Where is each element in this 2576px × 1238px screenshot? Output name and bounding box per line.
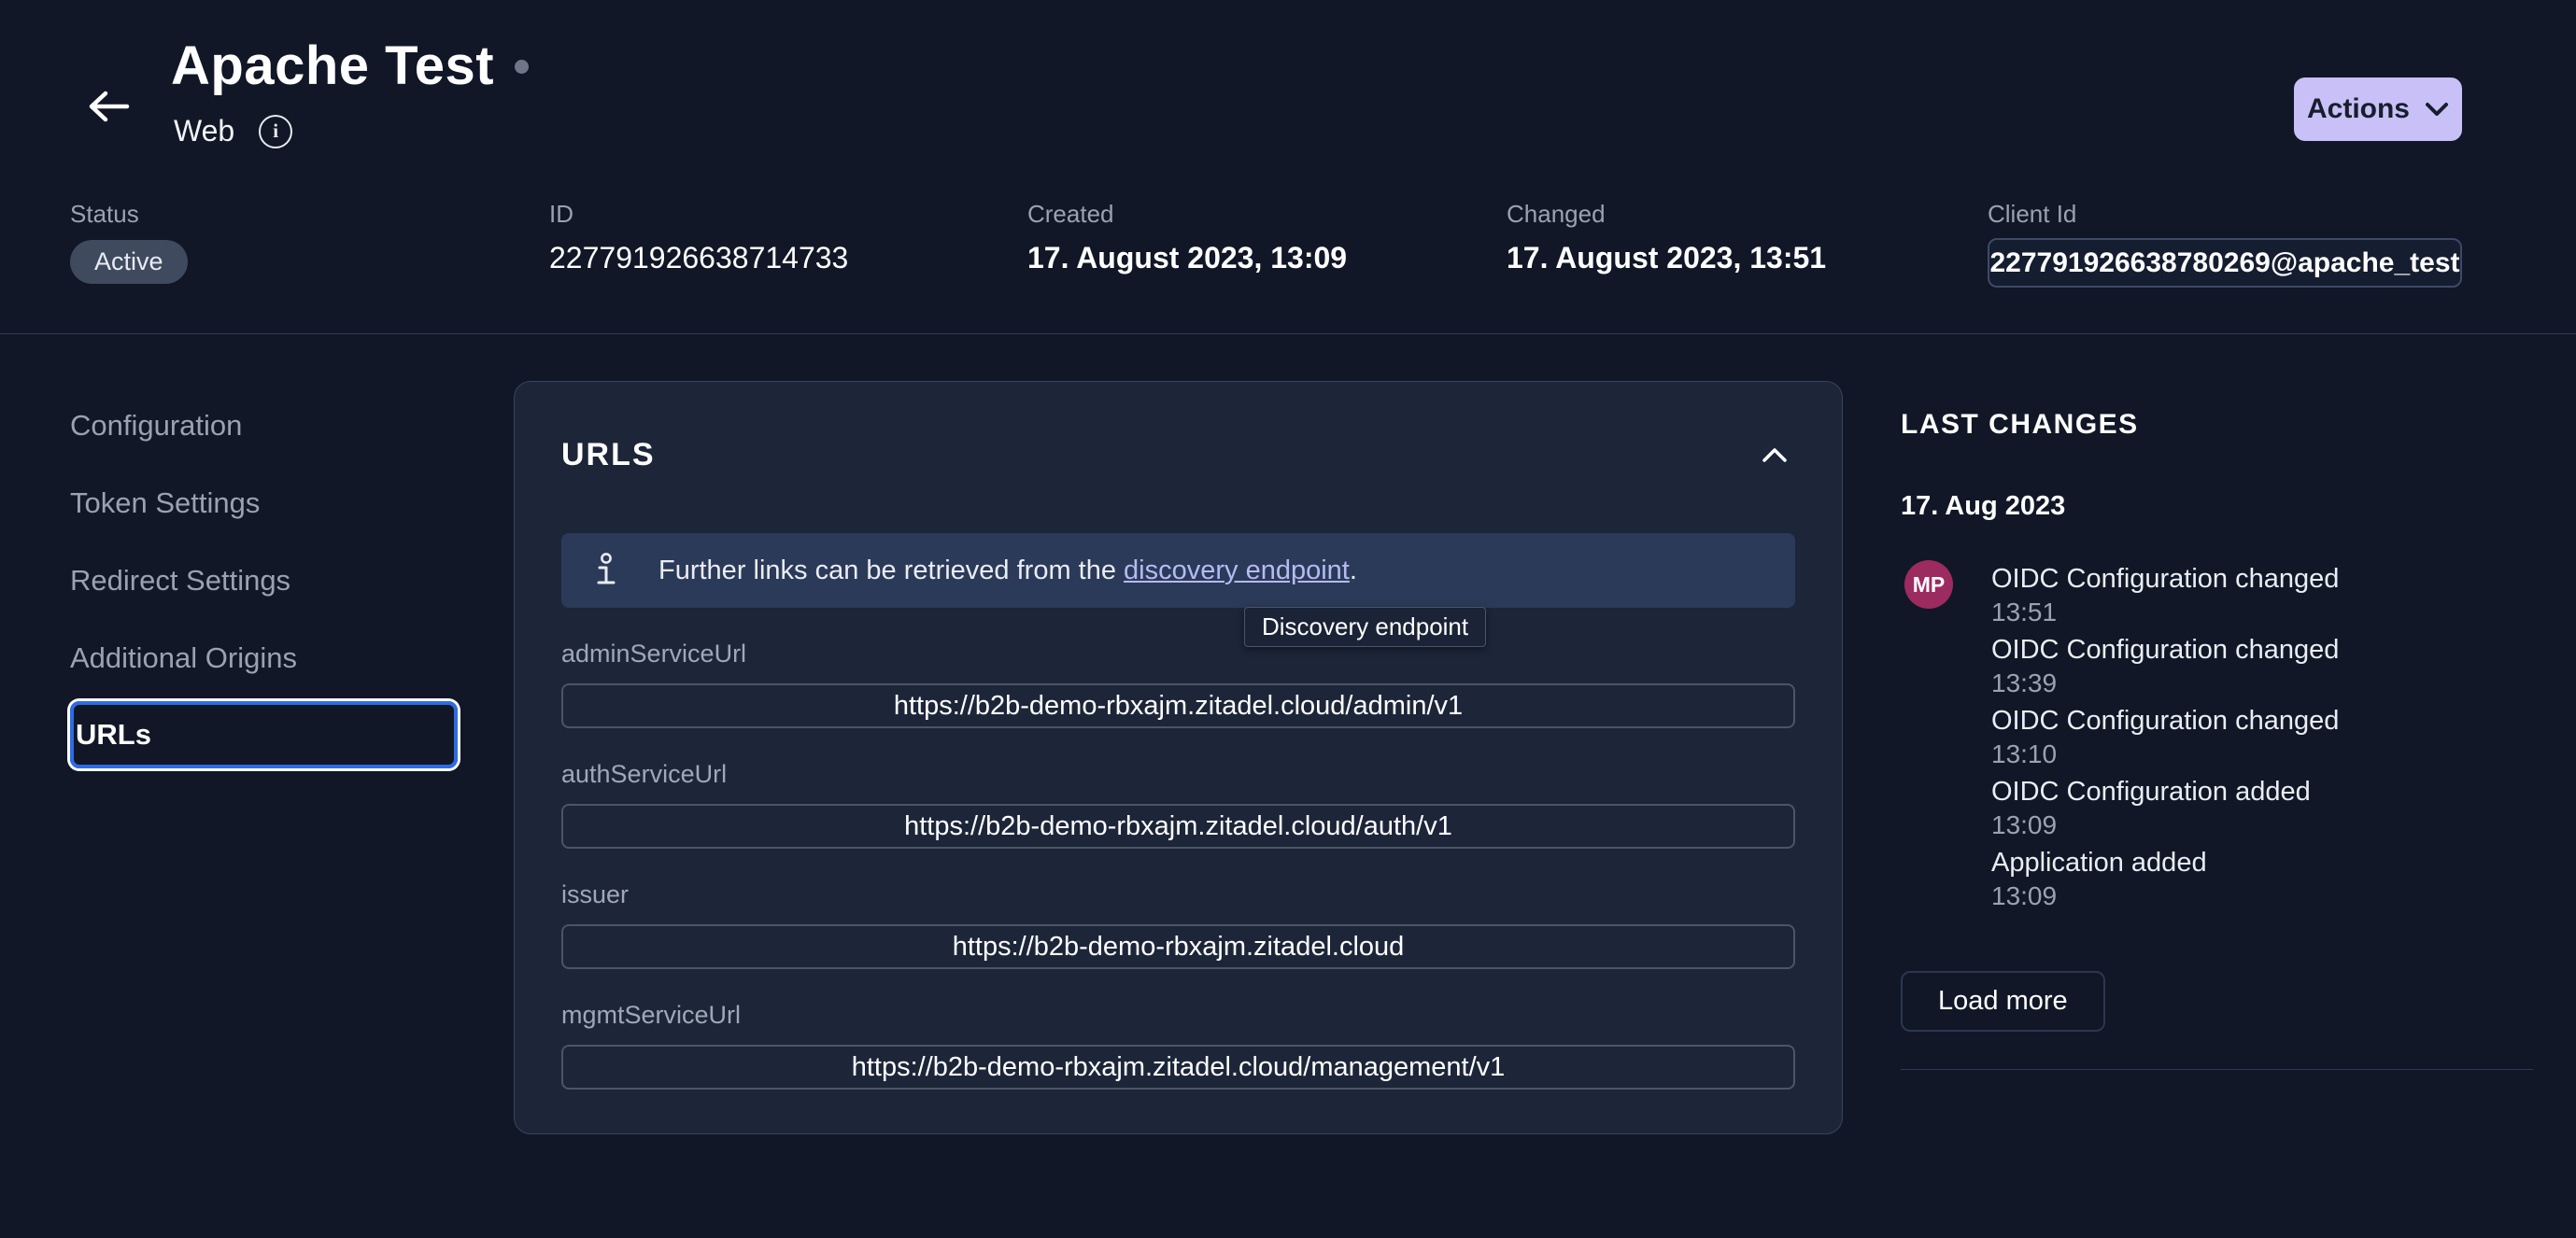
client-id-label: Client Id (1988, 200, 2077, 228)
banner-text-before: Further links can be retrieved from the (658, 555, 1125, 585)
nav-item-urls[interactable]: URLs (70, 701, 458, 768)
status-label: Status (70, 200, 139, 228)
avatar: MP (1904, 560, 1953, 609)
urls-card-title: URLS (561, 436, 656, 472)
nav-item-token-settings[interactable]: Token Settings (70, 464, 458, 542)
nav-item-additional-origins[interactable]: Additional Origins (70, 619, 458, 696)
field-label: mgmtServiceUrl (561, 1001, 742, 1029)
event-title: OIDC Configuration changed (1991, 706, 2340, 736)
event-time: 13:09 (1991, 810, 2058, 839)
meta-changed: Changed 17. August 2023, 13:51 (1507, 200, 1826, 275)
banner-text-after: . (1349, 555, 1357, 585)
list-item: Application added 13:09 (1991, 848, 2339, 919)
app-type-label: Web (174, 114, 235, 148)
event-time: 13:09 (1991, 881, 2058, 910)
nav-item-configuration[interactable]: Configuration (70, 387, 458, 464)
field-value[interactable]: https://b2b-demo-rbxajm.zitadel.cloud/ma… (561, 1045, 1795, 1090)
last-changes-panel: LAST CHANGES 17. Aug 2023 MP OIDC Config… (1901, 381, 2533, 1090)
event-title: OIDC Configuration changed (1991, 564, 2340, 594)
app-subtitle-row: Web i (174, 114, 293, 148)
field-value[interactable]: https://b2b-demo-rbxajm.zitadel.cloud/au… (561, 804, 1795, 849)
changes-divider (1901, 1069, 2533, 1070)
info-banner: Further links can be retrieved from the … (561, 533, 1795, 608)
discovery-endpoint-link[interactable]: discovery endpoint (1124, 556, 1350, 585)
meta-created: Created 17. August 2023, 13:09 (1027, 200, 1347, 275)
field-value[interactable]: https://b2b-demo-rbxajm.zitadel.cloud (561, 924, 1795, 969)
field-label: issuer (561, 880, 630, 908)
changed-label: Changed (1507, 200, 1606, 228)
meta-client-id: Client Id 227791926638780269@apache_test (1988, 200, 2462, 288)
section-nav: Configuration Token Settings Redirect Se… (70, 387, 462, 768)
urls-card-header: URLS (561, 434, 1795, 475)
actions-button-label: Actions (2306, 93, 2410, 124)
event-time: 13:39 (1991, 668, 2058, 697)
id-label: ID (549, 200, 573, 228)
list-item: OIDC Configuration changed 13:51 (1991, 564, 2339, 635)
info-circle-icon[interactable]: i (259, 114, 293, 148)
status-badge: Active (70, 240, 188, 284)
back-button[interactable] (78, 77, 138, 136)
header-divider (0, 333, 2576, 334)
app-title-row: Apache Test (171, 35, 530, 97)
list-item: OIDC Configuration changed 13:39 (1991, 635, 2339, 706)
page-title: Apache Test (171, 35, 495, 96)
meta-id: ID 227791926638714733 (549, 200, 848, 275)
event-time: 13:51 (1991, 598, 2058, 626)
event-title: OIDC Configuration changed (1991, 635, 2340, 665)
changes-event-list: OIDC Configuration changed 13:51 OIDC Co… (1991, 564, 2339, 919)
list-item: OIDC Configuration changed 13:10 (1991, 706, 2339, 777)
chevron-down-icon (2425, 102, 2449, 117)
field-value[interactable]: https://b2b-demo-rbxajm.zitadel.cloud/ad… (561, 683, 1795, 728)
urls-card: URLS Further links can be retrieved from… (514, 381, 1843, 1134)
arrow-left-icon (86, 89, 131, 124)
status-dot-icon (515, 60, 530, 74)
collapse-button[interactable] (1754, 434, 1795, 475)
load-more-button[interactable]: Load more (1901, 971, 2105, 1032)
field-label: authServiceUrl (561, 760, 728, 788)
banner-text: Further links can be retrieved from the … (658, 556, 1357, 586)
meta-status: Status Active (70, 200, 188, 284)
changed-value: 17. August 2023, 13:51 (1507, 241, 1827, 274)
client-id-value[interactable]: 227791926638780269@apache_test (1988, 238, 2462, 288)
discovery-endpoint-tooltip: Discovery endpoint (1244, 607, 1487, 647)
changes-date: 17. Aug 2023 (1901, 491, 2066, 521)
created-label: Created (1027, 200, 1114, 228)
nav-item-redirect-settings[interactable]: Redirect Settings (70, 542, 458, 619)
field-issuer: issuer https://b2b-demo-rbxajm.zitadel.c… (561, 880, 1795, 969)
field-auth-service-url: authServiceUrl https://b2b-demo-rbxajm.z… (561, 760, 1795, 849)
field-label: adminServiceUrl (561, 640, 747, 668)
field-mgmt-service-url: mgmtServiceUrl https://b2b-demo-rbxajm.z… (561, 1001, 1795, 1090)
last-changes-title: LAST CHANGES (1901, 409, 2139, 440)
info-icon (595, 552, 617, 589)
chevron-up-icon (1761, 446, 1789, 463)
event-title: OIDC Configuration added (1991, 777, 2311, 807)
event-time: 13:10 (1991, 739, 2058, 768)
field-admin-service-url: adminServiceUrl https://b2b-demo-rbxajm.… (561, 640, 1795, 728)
created-value: 17. August 2023, 13:09 (1027, 241, 1348, 274)
list-item: OIDC Configuration added 13:09 (1991, 777, 2339, 848)
actions-button[interactable]: Actions (2294, 77, 2462, 141)
id-value: 227791926638714733 (549, 241, 849, 274)
event-title: Application added (1991, 848, 2207, 878)
